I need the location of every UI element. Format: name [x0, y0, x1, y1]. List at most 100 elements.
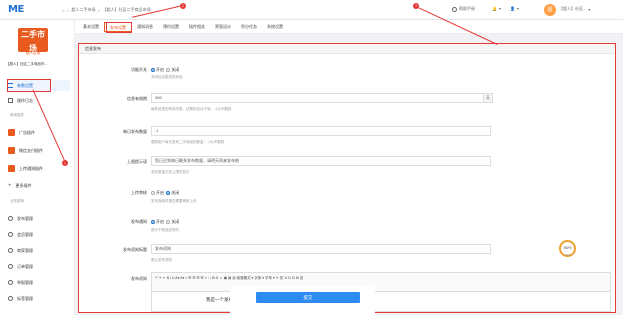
- plugin-icon: [8, 147, 15, 154]
- tab-ui[interactable]: 界面设计: [210, 22, 236, 32]
- tab-notify[interactable]: 通知消息: [132, 22, 158, 32]
- tab-booking[interactable]: 预约设置: [158, 22, 184, 32]
- sidebar-item-label: 广告插件: [19, 129, 35, 135]
- user-menu-button[interactable]: 👤 ▾: [510, 6, 519, 11]
- plugin-icon: [8, 165, 15, 172]
- gear-icon: [8, 232, 13, 237]
- sidebar-item-label: 商家管理: [17, 247, 33, 253]
- field-hint: 关闭后仅能浏览商品: [151, 75, 183, 79]
- chevron-down-icon: ▾: [516, 6, 519, 11]
- unit-addon: 天: [483, 93, 493, 103]
- help-link[interactable]: 帮助手册: [452, 6, 475, 12]
- gear-icon: [8, 248, 13, 253]
- submit-button[interactable]: 提交: [256, 292, 360, 303]
- sidebar-shop-name: 【超人】社区二手商品市...: [6, 62, 48, 66]
- shop-avatar[interactable]: 超: [544, 4, 556, 16]
- section-title-plugins: 常用插件: [10, 113, 24, 117]
- breadcrumb-current: 【超人】社区二手商品市场: [102, 7, 151, 12]
- sidebar-item-ad-plugin[interactable]: 广告插件: [8, 127, 70, 138]
- sidebar-item-more-plugins[interactable]: + 更多插件: [8, 180, 70, 191]
- breadcrumb-separator: /: [67, 7, 69, 13]
- sidebar-item-order-manage[interactable]: 订单管理: [8, 261, 70, 272]
- bell-icon: 🔔: [492, 6, 497, 11]
- gear-icon: [8, 296, 13, 301]
- chevron-down-icon: ▾: [498, 6, 501, 11]
- limit-tip-input[interactable]: 您已达到每日最多发布数量，请明天再来发布吧: [151, 156, 491, 166]
- sidebar-item-label: 上传通知插件: [19, 165, 43, 171]
- breadcrumb-item[interactable]: 超人二手市场: [72, 7, 96, 13]
- radio-label: 开启: [156, 67, 164, 72]
- plugin-icon: [8, 129, 15, 136]
- speed-gauge: 86% 1.6M/s: [559, 240, 576, 257]
- function-switch-radio[interactable]: 开启 关闭: [151, 67, 179, 73]
- help-icon: [452, 6, 457, 12]
- highlight-box: [106, 22, 132, 33]
- sidebar-item-label: 订单管理: [17, 263, 33, 269]
- tab-basic[interactable]: 基本设置: [78, 22, 104, 32]
- radio-off[interactable]: [166, 219, 171, 224]
- field-label: 上限提示语: [127, 159, 147, 164]
- plus-icon: +: [8, 182, 12, 189]
- radio-off[interactable]: [166, 67, 171, 72]
- radio-label: 开启: [156, 190, 164, 195]
- rich-text-editor[interactable]: 我是一个发布须知: [151, 292, 611, 312]
- gear-icon: [8, 280, 13, 285]
- section-title-manage: 业务菜单: [10, 199, 24, 203]
- radio-on[interactable]: [151, 67, 155, 72]
- tab-plugins[interactable]: 插件相关: [184, 22, 210, 32]
- notify-radio[interactable]: 开启 关闭: [151, 219, 179, 225]
- field-label: 功能开关: [131, 67, 147, 72]
- gauge-value: 86%: [563, 245, 572, 250]
- field-label: 发布通知: [131, 219, 147, 224]
- editor-toolbar[interactable]: ↶ ↷ ✂ B I U A▾ A▾ ≡ ☰ ☰ ☰ ☰ ≡ ⁝ ⁞ ⊞ Ω ☺ …: [151, 272, 611, 292]
- notify-title-input[interactable]: 发布须知: [151, 244, 491, 254]
- field-label: 信息有效期: [127, 96, 147, 101]
- notification-button[interactable]: 🔔 ▾: [492, 6, 501, 11]
- sidebar-item-merchant-manage[interactable]: 商家管理: [8, 245, 70, 256]
- sidebar-item-label: 会员管理: [17, 231, 33, 237]
- field-label: 发布须知: [131, 276, 147, 281]
- sidebar-item-report-manage[interactable]: 举报管理: [8, 277, 70, 288]
- field-hint: 发布数量达到上限时显示: [151, 170, 190, 174]
- gear-icon: [8, 264, 13, 269]
- plugin-name: 超人应用: [26, 51, 40, 55]
- radio-label: 开启: [156, 219, 164, 224]
- top-bar: ME ⌂ / 超人二手市场 / 【超人】社区二手商品市场 帮助手册 🔔 ▾ 👤 …: [0, 0, 623, 20]
- shop-switcher[interactable]: 【超人】社区... ▾: [559, 6, 590, 12]
- review-radio[interactable]: 开启 关闭: [151, 190, 179, 196]
- sidebar-item-label: 微信支付插件: [19, 147, 43, 153]
- radio-off[interactable]: [166, 190, 171, 195]
- daily-limit-input[interactable]: -1: [151, 126, 491, 136]
- gauge-sub: 1.6M/s: [563, 254, 572, 257]
- help-label: 帮助手册: [459, 6, 475, 11]
- validity-input[interactable]: 365: [151, 93, 487, 103]
- shop-name: 【超人】社区...: [559, 6, 587, 11]
- tab-points[interactable]: 积分任务: [236, 22, 262, 32]
- gear-icon: [8, 216, 13, 221]
- sidebar-item-label: 发布管理: [17, 215, 33, 221]
- field-hint: 发布商品时是否需要审核上传: [151, 199, 197, 203]
- breadcrumb-separator: /: [98, 7, 100, 13]
- sidebar-item-upload-plugin[interactable]: 上传通知插件: [8, 163, 70, 174]
- tab-system[interactable]: 系统设置: [262, 22, 288, 32]
- home-icon[interactable]: ⌂: [62, 8, 64, 13]
- field-label: 上传审核: [131, 190, 147, 195]
- field-hint: 默认发布须知: [151, 258, 172, 262]
- radio-on[interactable]: [151, 190, 155, 195]
- plugin-logo: 二手市场: [18, 28, 48, 53]
- sidebar-item-tag-manage[interactable]: 标签管理: [8, 293, 70, 304]
- field-label: 发布须知标题: [123, 247, 147, 252]
- user-icon: 👤: [510, 6, 515, 11]
- panel-title: 信息发布: [79, 44, 615, 54]
- field-hint: 限制用户每天发布二手商品的数量，-1为不限制: [151, 140, 225, 144]
- field-label: 每日发布数量: [123, 129, 147, 134]
- document-icon: [8, 98, 13, 103]
- sidebar-item-label: 操作日志: [17, 97, 33, 103]
- sidebar-item-label: 更多插件: [15, 182, 32, 188]
- radio-label: 关闭: [171, 190, 180, 195]
- sidebar-item-member-manage[interactable]: 会员管理: [8, 229, 70, 240]
- sidebar-item-publish-manage[interactable]: 发布管理: [8, 213, 70, 224]
- app-logo[interactable]: ME: [8, 4, 24, 15]
- publish-settings-panel: 信息发布 功能开关 开启 关闭 关闭后仅能浏览商品 信息有效期 365 天 每条…: [78, 43, 616, 313]
- radio-on[interactable]: [151, 219, 155, 224]
